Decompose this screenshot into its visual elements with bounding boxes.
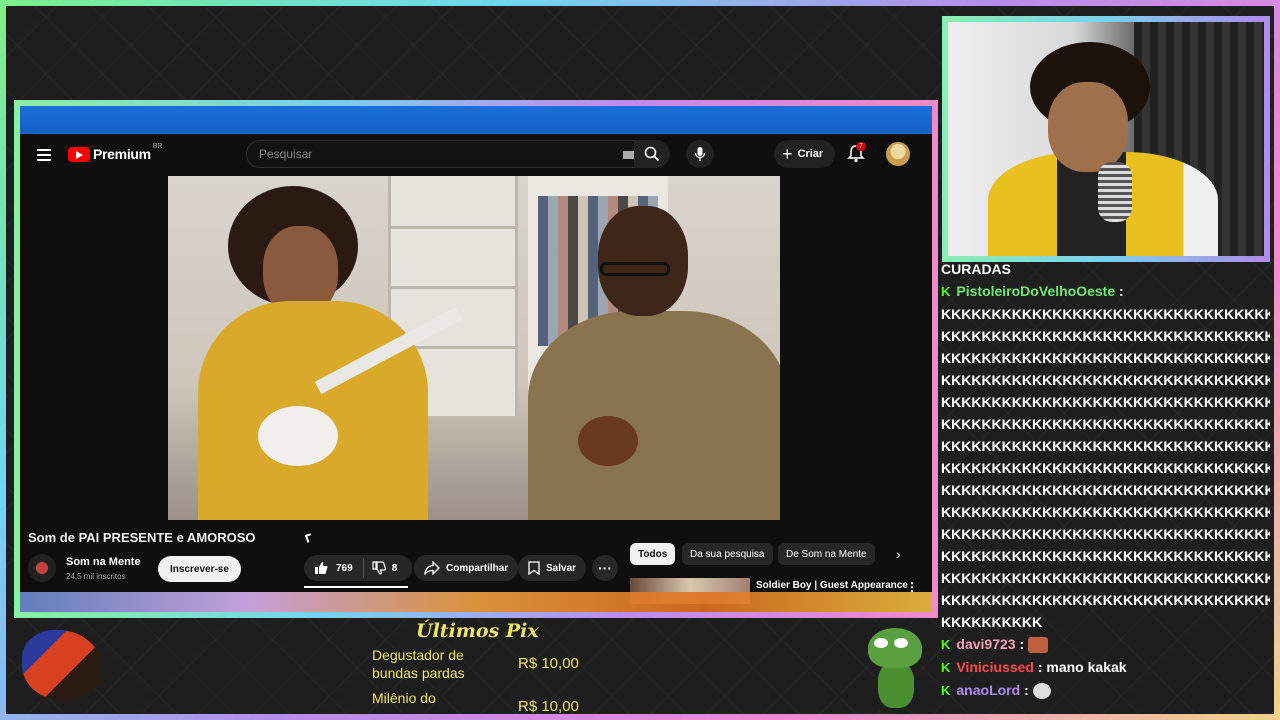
mouse-cursor <box>304 533 314 543</box>
chip-from-search[interactable]: Da sua pesquisa <box>682 543 773 565</box>
like-ratio-bar <box>304 586 408 588</box>
search-button[interactable] <box>634 140 670 168</box>
channel-name[interactable]: Som na Mente <box>66 556 141 568</box>
chat-spam-line: KKKKKKKKKKKKKKKKKKKKKKKKKKKKKKKKKKKKKKKK <box>941 592 1270 608</box>
share-icon <box>424 561 440 575</box>
chat-username[interactable]: Viniciussed <box>956 659 1034 675</box>
logo-text: Premium <box>93 146 151 162</box>
chevron-right-icon[interactable]: › <box>896 546 901 562</box>
plus-icon: + <box>782 144 793 164</box>
chat-panel: CURADAS K PistoleiroDoVelhoOeste : KKKKKK… <box>936 258 1270 702</box>
taskbar-strip <box>20 592 932 612</box>
dislike-count: 8 <box>391 562 398 574</box>
chat-username[interactable]: davi9723 <box>956 636 1015 652</box>
chat-spam-line: KKKKKKKKKKKKKKKKKKKKKKKKKKKKKKKKKKKKKKKK <box>941 570 1270 586</box>
video-player[interactable] <box>168 176 780 520</box>
notification-count-badge: 7 <box>856 142 866 151</box>
chat-text: : <box>1024 682 1029 698</box>
kick-badge-icon: K <box>941 660 951 675</box>
chat-spam-line: KKKKKKKKKKKKKKKKKKKKKKKKKKKKKKKKKKKKKKKK <box>941 460 1270 476</box>
streamer-microphone <box>1098 162 1132 222</box>
youtube-play-icon <box>68 146 90 162</box>
chat-message: Kdavi9723 : <box>941 633 1270 656</box>
chat-spam-line: KKKKKKKKKKKKKKKKKKKKKKKKKKKKKKKKKKKKKKKK <box>941 504 1270 520</box>
youtube-page: Premium BR Pesquisar + Criar 7 Som de PA… <box>20 106 932 612</box>
video-person-man-body <box>528 311 780 520</box>
chat-spam-line: KKKKKKKKKKKKKKKKKKKKKKKKKKKKKKKKKKKKKKKK <box>941 372 1270 388</box>
chat-spam-line: KKKKKKKKKKKKKKKKKKKKKKKKKKKKKKKKKKKKKKKK <box>941 328 1270 344</box>
dislike-button[interactable]: 8 <box>364 561 406 575</box>
search-placeholder: Pesquisar <box>259 147 313 161</box>
browser-top-strip <box>20 106 932 134</box>
video-ukulele-white <box>258 406 338 466</box>
chat-text: : <box>1119 283 1124 299</box>
chat-message: K PistoleiroDoVelhoOeste : <box>941 280 1270 303</box>
bookmark-icon <box>528 561 540 575</box>
video-title: Som de PAI PRESENTE e AMOROSO <box>28 530 256 545</box>
chat-message: K Viniciussed : mano kakak <box>941 656 1270 679</box>
share-label: Compartilhar <box>446 562 509 574</box>
account-avatar[interactable] <box>886 142 910 166</box>
more-actions-button[interactable]: ··· <box>592 555 618 581</box>
save-label: Salvar <box>546 562 577 574</box>
share-button[interactable]: Compartilhar <box>414 555 519 581</box>
chat-spam-line: KKKKKKKKKKKKKKKKKKKKKKKKKKKKKKKKKKKKKKKK <box>941 416 1270 432</box>
more-dots-icon: ··· <box>598 560 612 576</box>
chat-spam-line: KKKKKKKKKKKKKKKKKKKKKKKKKKKKKKKKKKKKKKKK <box>941 482 1270 498</box>
youtube-header: Premium BR Pesquisar + Criar 7 <box>20 134 932 176</box>
chat-spam-line: KKKKKKKKKKKKKKKKKKKKKKKKKKKKKKKKKKKKKKKK <box>941 548 1270 564</box>
microphone-icon <box>694 147 706 161</box>
subscribe-button[interactable]: Inscrever-se <box>158 556 241 582</box>
chat-spam-line: KKKKKKKKKKKKKKKKKKKKKKKKKKKKKKKKKKKKKKKK <box>941 526 1270 542</box>
pix-amount: R$ 10,00 <box>518 655 579 672</box>
ghost-emote-icon <box>1032 683 1051 700</box>
chat-spam-line: KKKKKKKKKKKKKKKKKKKKKKKKKKKKKKKKKKKKKKKK <box>941 438 1270 454</box>
search-input[interactable]: Pesquisar <box>246 140 646 168</box>
channel-subscriber-count: 24,5 mil inscritos <box>66 572 126 581</box>
channel-avatar[interactable] <box>28 554 56 582</box>
logo-region: BR <box>152 142 163 150</box>
like-dislike-group: 769 8 <box>304 555 412 581</box>
chat-username[interactable]: anaoLord <box>956 682 1020 698</box>
chat-text: : mano kakak <box>1037 659 1127 675</box>
chat-username[interactable]: PistoleiroDoVelhoOeste <box>956 283 1115 299</box>
create-button[interactable]: + Criar <box>774 140 836 168</box>
voice-search-button[interactable] <box>686 140 714 168</box>
browser-capture-frame: Premium BR Pesquisar + Criar 7 Som de PA… <box>14 100 938 618</box>
video-ukulele-brown <box>578 416 638 466</box>
chat-continued-text: CURADAS <box>941 261 1011 277</box>
video-person-man-head <box>598 206 688 316</box>
create-label: Criar <box>797 148 824 160</box>
thumbs-up-icon <box>315 562 328 574</box>
pix-amount: R$ 10,00 <box>518 698 579 715</box>
chip-from-channel[interactable]: De Som na Mente <box>778 543 875 565</box>
pix-donor-name: Degustador de bundas pardas <box>372 647 465 681</box>
video-glasses <box>600 262 670 276</box>
kick-badge-icon: K <box>941 683 951 698</box>
thumbs-down-icon <box>372 561 386 575</box>
youtube-premium-logo[interactable]: Premium BR <box>68 142 163 162</box>
chip-all[interactable]: Todos <box>630 543 676 565</box>
hamburger-menu-icon[interactable] <box>37 149 51 161</box>
emote-icon <box>1028 637 1049 654</box>
chat-spam-line: KKKKKKKKKKKKKKKKKKKKKKKKKKKKKKKKKKKKKKKK <box>941 350 1270 366</box>
recommendation-title[interactable]: Soldier Boy | Guest Appearance <box>756 580 908 591</box>
chat-spam-line: KKKKKKKKKKKKKKKKKKKKKKKKKKKKKKKKKKKKKKKK <box>941 394 1270 410</box>
webcam-frame <box>942 16 1270 262</box>
chat-spam-line: KKKKKKKKKKKKKKKKKKKKKKKKKKKKKKKKKKKKKKKK <box>941 306 1270 322</box>
pepe-frog-decoration <box>864 628 924 708</box>
save-button[interactable]: Salvar <box>518 555 587 581</box>
search-icon <box>644 146 660 162</box>
chat-text: : <box>1019 636 1025 652</box>
webcam-feed <box>948 22 1264 256</box>
chat-spam-line: KKKKKKKKKK <box>941 614 1043 630</box>
chat-message: KanaoLord : <box>941 679 1270 702</box>
pix-donor-name: Milênio do <box>372 690 436 706</box>
kick-badge-icon: K <box>941 284 951 299</box>
like-button[interactable]: 769 <box>304 559 364 577</box>
pix-title: Últimos Pix <box>416 620 539 642</box>
like-count: 769 <box>336 562 353 574</box>
kick-badge-icon: K <box>941 637 951 652</box>
streamer-face <box>1048 82 1128 172</box>
